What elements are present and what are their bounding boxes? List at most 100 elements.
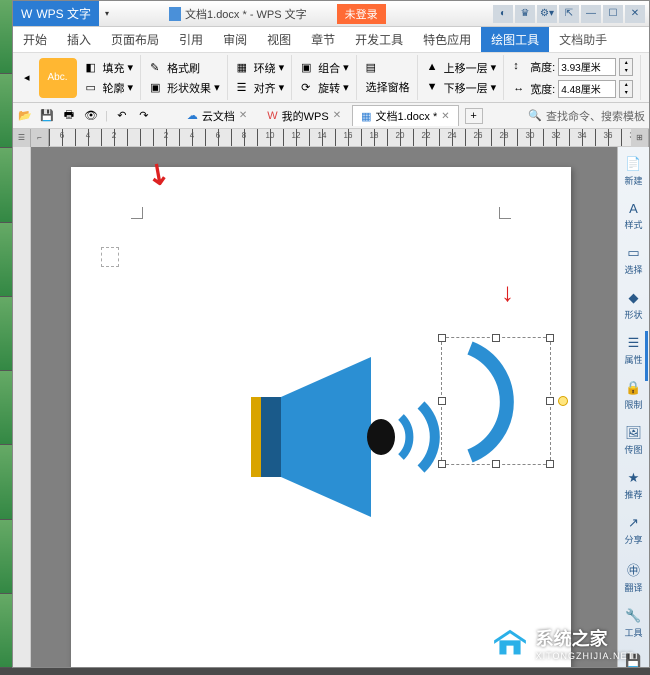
popout-icon[interactable]: ⇱ [559,5,579,23]
side-icon: 📄 [625,156,641,172]
tab-close-icon[interactable]: ✕ [333,110,341,121]
side-item-限制[interactable]: 🔒限制 [618,377,649,414]
side-item-形状[interactable]: ◆形状 [618,287,649,324]
tab-label: 文档1.docx * [376,108,438,124]
close-button[interactable]: ✕ [625,5,645,23]
redo-icon[interactable]: ↷ [136,108,152,124]
app-menu-dropdown[interactable]: ▾ [105,9,109,18]
resize-handle[interactable] [438,460,446,468]
ruler-unit-icon[interactable]: ⊞ [631,129,649,147]
app-name: WPS 文字 [36,5,91,22]
menu-特色应用[interactable]: 特色应用 [413,27,481,52]
selection-pane-button[interactable]: ▤ [363,60,413,76]
nav-pane-toggle[interactable]: ☰ [13,129,31,147]
maximize-button[interactable]: ☐ [603,5,623,23]
skin-icon[interactable]: ◐ [493,5,513,23]
menu-绘图工具[interactable]: 绘图工具 [481,27,549,52]
side-item-新建[interactable]: 📄 新建 [618,153,649,190]
resize-handle[interactable] [546,397,554,405]
resize-handle[interactable] [492,334,500,342]
crown-icon[interactable]: ♛ [515,5,535,23]
tab-close-icon[interactable]: ✕ [441,111,449,122]
side-item-分享[interactable]: ↗分享 [618,512,649,549]
menu-开发工具[interactable]: 开发工具 [345,27,413,52]
settings-dropdown-icon[interactable]: ⚙▾ [537,5,557,23]
height-input[interactable] [558,58,616,76]
menu-审阅[interactable]: 审阅 [213,27,257,52]
login-status-badge[interactable]: 未登录 [337,4,386,24]
command-search[interactable]: 🔍 查找命令、搜索模板 [528,108,645,124]
selection-pane-label[interactable]: 选择窗格 [363,78,413,96]
height-spinner[interactable]: ▴▾ [619,58,633,76]
wrap-button[interactable]: ▦环绕 ▾ [234,59,288,77]
width-input[interactable] [558,80,616,98]
tab-label: 云文档 [202,108,235,124]
styles-prev[interactable]: ◂ [21,70,33,85]
minimize-button[interactable]: — [581,5,601,23]
selection-bounds[interactable] [441,337,551,465]
add-tab-button[interactable]: + [465,108,483,124]
tab-selector[interactable]: ⌐ [31,129,49,147]
speaker-shape[interactable] [251,357,461,517]
watermark-url: XITONGZHIJIA.NET [536,651,634,661]
wrap-icon: ▦ [237,61,251,75]
side-label: 属性 [624,353,642,366]
resize-handle[interactable] [546,334,554,342]
side-icon: ◆ [629,290,639,306]
align-button[interactable]: ☰对齐 ▾ [234,79,288,97]
open-icon[interactable]: 📂 [17,108,33,124]
preview-icon[interactable]: 👁 [83,108,99,124]
side-item-推荐[interactable]: ★推荐 [618,467,649,504]
rotate-button[interactable]: ⟳旋转 ▾ [298,79,352,97]
shape-effect-button[interactable]: ▣形状效果 ▾ [147,79,223,97]
outline-button[interactable]: ▭轮廓 ▾ [83,79,137,97]
group-button[interactable]: ▣组合 ▾ [298,59,352,77]
doc-tab[interactable]: ☁云文档✕ [178,105,256,127]
tab-close-icon[interactable]: ✕ [239,110,247,121]
canvas[interactable]: ↘ ↓ [31,147,617,667]
side-icon: ↗ [628,515,639,531]
menu-插入[interactable]: 插入 [57,27,101,52]
side-item-选择[interactable]: ▭选择 [618,242,649,279]
print-icon[interactable]: 🖶 [61,108,77,124]
outline-icon: ▭ [86,81,100,95]
menu-章节[interactable]: 章节 [301,27,345,52]
resize-handle[interactable] [438,334,446,342]
app-window: W WPS 文字 ▾ 文档1.docx * - WPS 文字 未登录 ◐ ♛ ⚙… [12,0,650,668]
menu-引用[interactable]: 引用 [169,27,213,52]
side-icon: 🔧 [625,608,641,624]
menu-页面布局[interactable]: 页面布局 [101,27,169,52]
side-label: 新建 [624,174,642,187]
bring-forward-button[interactable]: ▲上移一层 ▾ [424,59,500,77]
annotation-arrow-icon: ↓ [501,277,514,308]
resize-handle[interactable] [438,397,446,405]
undo-icon[interactable]: ↶ [114,108,130,124]
width-row: ↔ 宽度: ▴▾ [510,79,636,99]
resize-handle[interactable] [492,460,500,468]
side-item-翻译[interactable]: ㊥翻译 [618,557,649,597]
horizontal-ruler[interactable]: ☰ ⌐ 642246810121416182022242628303234363… [13,129,649,147]
side-icon: 🖼 [625,425,642,441]
width-spinner[interactable]: ▴▾ [619,80,633,98]
search-icon: 🔍 [528,109,542,122]
document-page[interactable]: ↘ ↓ [71,167,571,667]
shape-style-sample[interactable]: Abc. [39,58,77,98]
vertical-ruler[interactable] [13,147,31,667]
doc-tab[interactable]: ▦文档1.docx *✕ [352,105,459,126]
menu-开始[interactable]: 开始 [13,27,57,52]
save-icon[interactable]: 💾 [39,108,55,124]
menu-视图[interactable]: 视图 [257,27,301,52]
document-title: 文档1.docx * - WPS 文字 [169,6,307,22]
doc-tab[interactable]: W我的WPS✕ [258,105,350,127]
side-item-传图[interactable]: 🖼传图 [618,422,649,459]
side-item-样式[interactable]: A样式 [618,198,649,234]
send-backward-button[interactable]: ▼下移一层 ▾ [424,79,500,97]
fill-button[interactable]: ◧填充 ▾ [83,59,137,77]
side-icon: ☰ [628,335,640,351]
format-painter-button[interactable]: ✎格式刷 [147,59,223,77]
rotate-handle[interactable] [558,396,568,406]
app-brand[interactable]: W WPS 文字 [13,1,99,26]
arc-shape[interactable] [442,338,552,466]
menu-文档助手[interactable]: 文档助手 [549,27,617,52]
resize-handle[interactable] [546,460,554,468]
